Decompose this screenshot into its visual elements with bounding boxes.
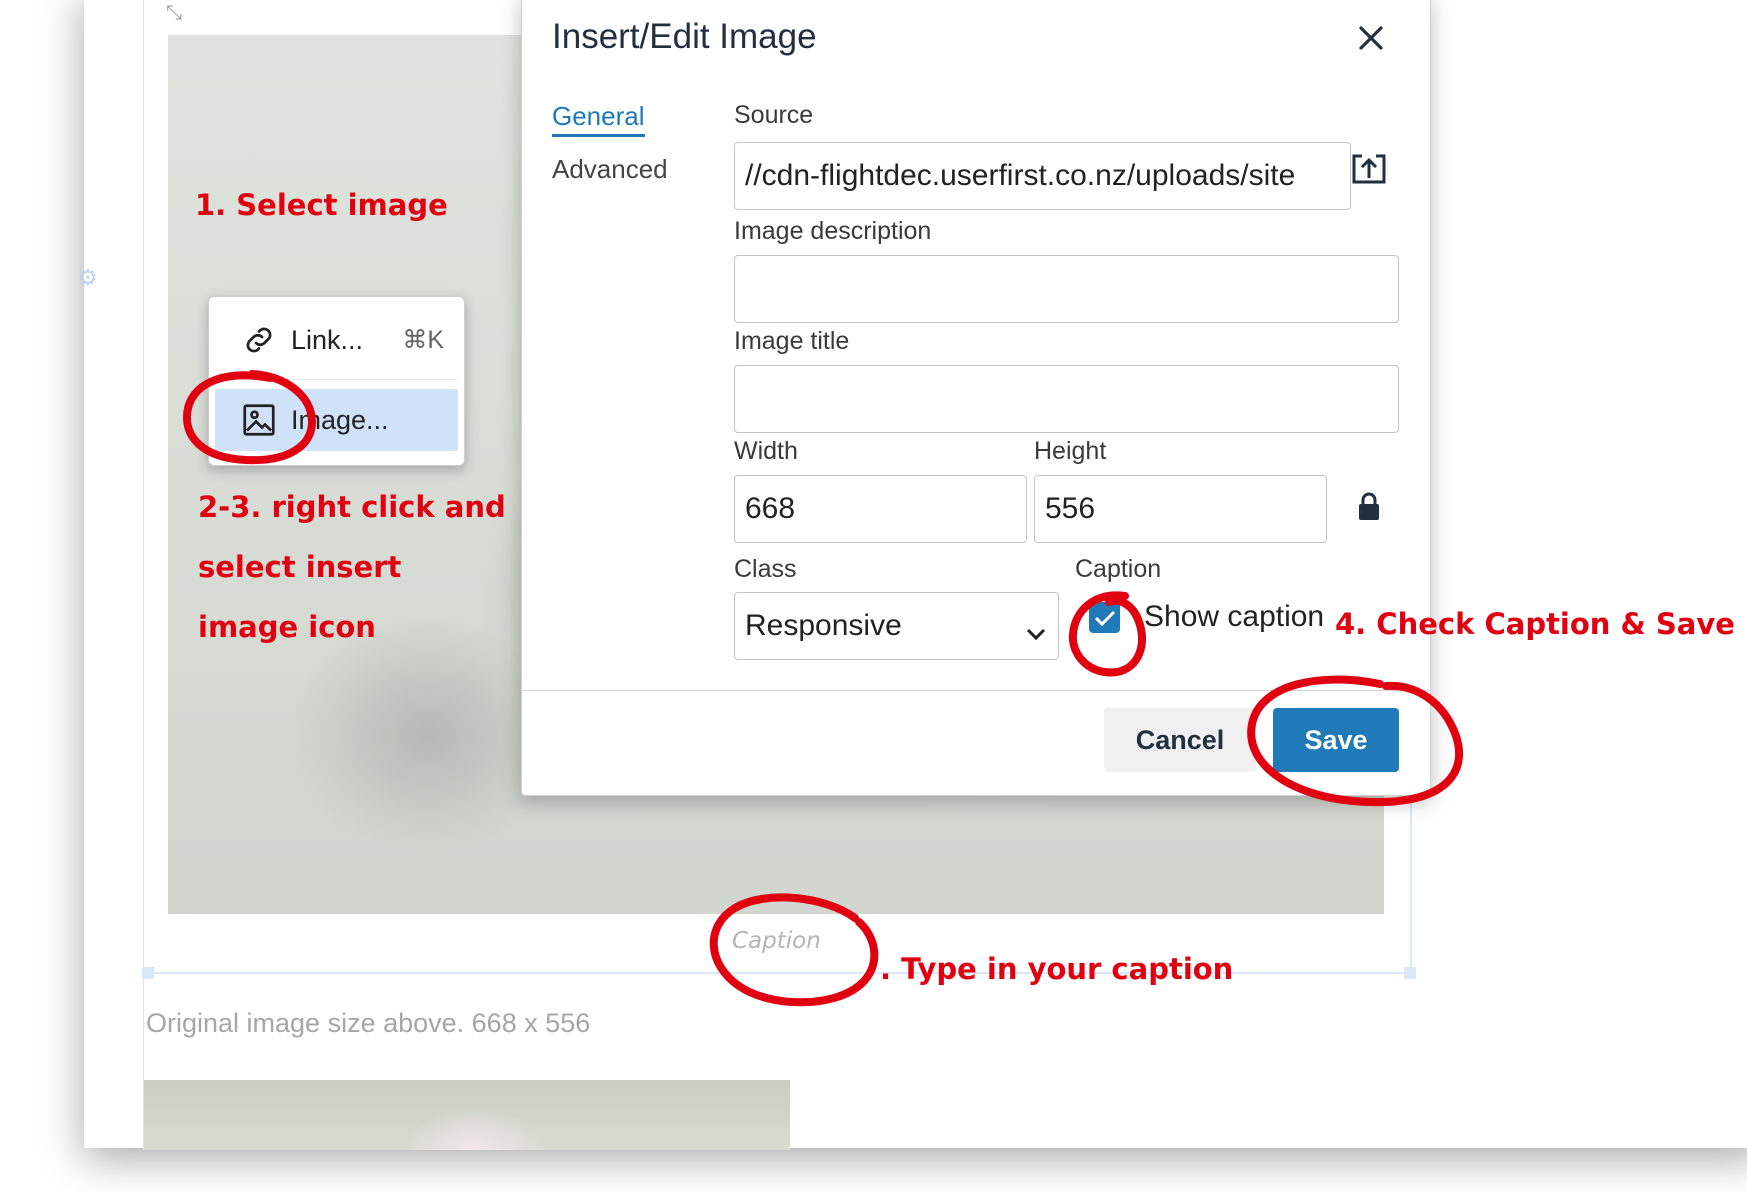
- image-title-label: Image title: [734, 327, 850, 355]
- class-label: Class: [734, 555, 797, 583]
- class-select-value: Responsive: [745, 609, 902, 642]
- height-label: Height: [1034, 437, 1107, 465]
- annotation-step23-line2: select insert: [198, 550, 402, 584]
- save-button[interactable]: Save: [1273, 708, 1399, 772]
- chevron-down-icon: [1026, 615, 1046, 649]
- insert-image-dialog: Insert/Edit Image General Advanced Sourc…: [521, 0, 1431, 796]
- selection-edge: [1410, 800, 1412, 974]
- dialog-footer-divider: [522, 690, 1430, 691]
- menu-item-link[interactable]: Link... ⌘K: [215, 309, 458, 371]
- show-caption-checkbox[interactable]: [1089, 602, 1120, 633]
- image-icon: [239, 400, 279, 440]
- annotation-step23-line3: image icon: [198, 610, 376, 644]
- image-description-input[interactable]: [734, 255, 1399, 323]
- annotation-step5: . Type in your caption: [880, 952, 1234, 986]
- menu-item-shortcut: ⌘K: [402, 326, 444, 354]
- resize-handle-right[interactable]: [1404, 967, 1416, 979]
- upload-icon[interactable]: [1347, 147, 1391, 191]
- checkmark-icon: [1094, 610, 1115, 626]
- annotation-step23-line1: 2-3. right click and: [198, 490, 506, 524]
- link-icon: [239, 320, 279, 360]
- gear-icon[interactable]: ⚙: [78, 266, 98, 291]
- image-title-input[interactable]: [734, 365, 1399, 433]
- tab-advanced[interactable]: Advanced: [552, 154, 668, 185]
- lock-icon[interactable]: [1347, 485, 1391, 529]
- menu-separator: [215, 379, 458, 380]
- close-icon[interactable]: [1350, 17, 1392, 59]
- caption-placeholder[interactable]: Caption: [732, 928, 821, 954]
- width-label: Width: [734, 437, 798, 465]
- context-menu: Link... ⌘K Image...: [208, 296, 465, 466]
- resize-handle-left[interactable]: [142, 967, 154, 979]
- show-caption-label[interactable]: Show caption: [1144, 600, 1324, 634]
- annotation-step1: 1. Select image: [195, 188, 448, 222]
- original-size-note: Original image size above. 668 x 556: [146, 1008, 591, 1038]
- cancel-button[interactable]: Cancel: [1104, 708, 1256, 772]
- image-description-label: Image description: [734, 217, 932, 245]
- height-input[interactable]: 556: [1034, 475, 1327, 543]
- class-select[interactable]: Responsive: [734, 592, 1059, 660]
- menu-item-image[interactable]: Image...: [215, 389, 458, 451]
- menu-item-label: Image...: [291, 404, 389, 435]
- annotation-step4: 4. Check Caption & Save: [1335, 607, 1735, 641]
- source-label: Source: [734, 101, 814, 129]
- fullscreen-icon[interactable]: ⤡: [166, 0, 182, 24]
- width-input[interactable]: 668: [734, 475, 1027, 543]
- dialog-title: Insert/Edit Image: [552, 17, 817, 56]
- source-input[interactable]: //cdn-flightdec.userfirst.co.nz/uploads/…: [734, 142, 1351, 210]
- menu-item-label: Link...: [291, 324, 364, 355]
- second-image[interactable]: [144, 1080, 790, 1150]
- caption-label: Caption: [1075, 555, 1162, 583]
- tab-general[interactable]: General: [552, 101, 645, 137]
